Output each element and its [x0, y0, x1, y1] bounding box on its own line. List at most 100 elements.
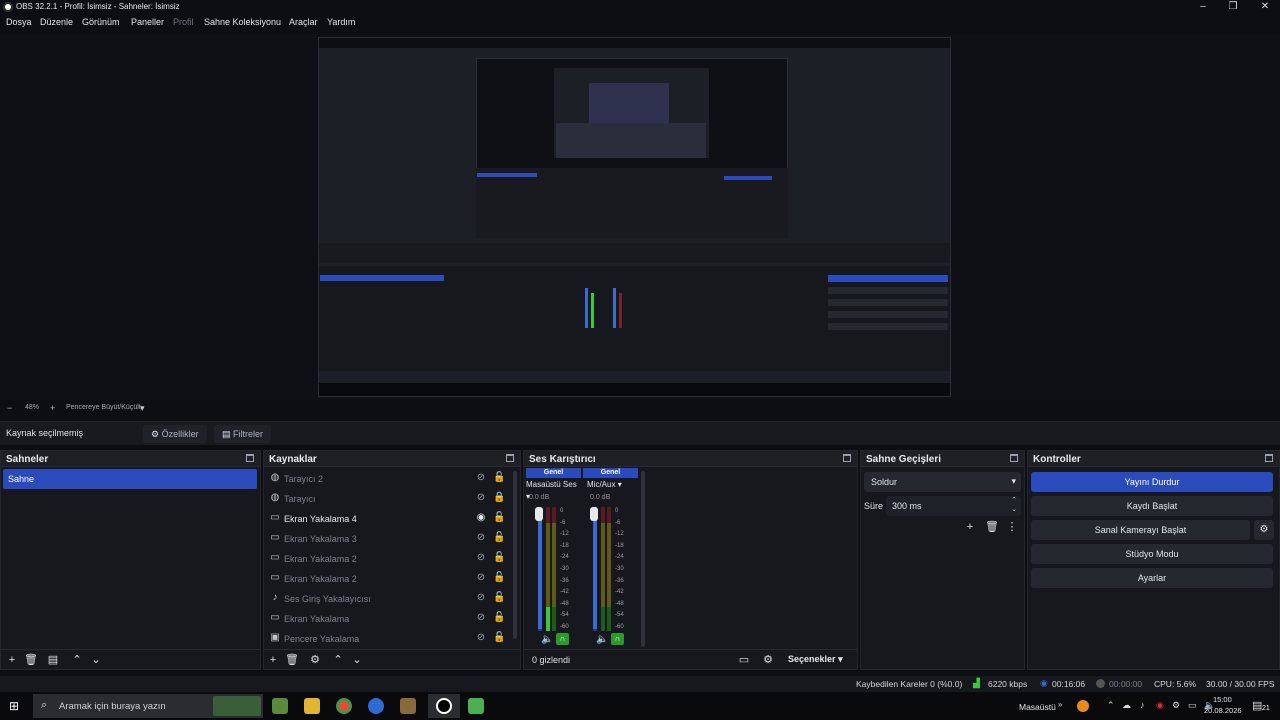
source-row[interactable]: ♪ Ses Giriş Yakalayıcısı ⊘ 🔓: [264, 589, 509, 609]
stop-streaming-button[interactable]: Yayını Durdur: [1031, 472, 1273, 492]
menu-profile[interactable]: Profil: [173, 17, 194, 27]
chevron-icon[interactable]: »: [1058, 700, 1062, 709]
studio-mode-button[interactable]: Stüdyo Modu: [1031, 544, 1273, 564]
minecraft-icon[interactable]: [272, 698, 288, 714]
more-icon[interactable]: ⋮: [1005, 520, 1019, 534]
source-row[interactable]: ▭ Ekran Yakalama ⊘ 🔓: [264, 609, 509, 629]
arrow-up-icon[interactable]: ⌃: [70, 653, 84, 667]
taskbar-search[interactable]: ⌕ Aramak için buraya yazın: [33, 694, 263, 718]
speaker-icon[interactable]: 🔈: [596, 634, 608, 645]
eye-hidden-icon[interactable]: ⊘: [475, 612, 487, 624]
eye-hidden-icon[interactable]: ⊘: [475, 532, 487, 544]
record-tray-icon[interactable]: ◉: [1156, 700, 1164, 711]
headphones-icon[interactable]: ∩: [556, 633, 569, 645]
channel-name-select[interactable]: Masaüstü Ses ▾: [526, 479, 581, 501]
folder-icon[interactable]: [304, 698, 320, 714]
obs-icon[interactable]: [436, 698, 452, 714]
lock-icon[interactable]: 🔓: [493, 572, 505, 584]
stepper-up-icon[interactable]: ⌃: [1011, 496, 1017, 504]
gear-icon[interactable]: ⚙: [308, 653, 322, 667]
game-icon[interactable]: [400, 698, 416, 714]
clock-date[interactable]: 20.08.2026: [1204, 706, 1242, 715]
lock-icon[interactable]: 🔒: [493, 492, 505, 504]
lock-icon[interactable]: 🔓: [493, 472, 505, 484]
tray-app-icon[interactable]: [1077, 700, 1089, 712]
notification-icon[interactable]: ▤: [1252, 699, 1262, 712]
menu-edit[interactable]: Düzenle: [40, 17, 73, 27]
start-virtual-camera-button[interactable]: Sanal Kamerayı Başlat: [1031, 520, 1250, 540]
undock-icon[interactable]: [1265, 454, 1273, 462]
layout-icon[interactable]: ▭: [737, 653, 751, 667]
minecraft-launcher-icon[interactable]: [468, 698, 484, 714]
maximize-button[interactable]: ❐: [1218, 0, 1248, 14]
scrollbar[interactable]: [641, 471, 645, 647]
source-row[interactable]: ▭ Ekran Yakalama 4 ◉ 🔓: [264, 509, 509, 529]
channel-name-select[interactable]: Mic/Aux ▾: [587, 479, 637, 491]
source-row[interactable]: ▭ Ekran Yakalama 2 ⊘ 🔓: [264, 549, 509, 569]
eye-icon[interactable]: ◉: [475, 512, 487, 524]
menu-scene-collection[interactable]: Sahne Koleksiyonu: [204, 17, 281, 27]
menu-file[interactable]: Dosya: [6, 17, 32, 27]
mic-icon[interactable]: ♪: [1140, 700, 1145, 710]
eye-hidden-icon[interactable]: ⊘: [475, 572, 487, 584]
arrow-down-icon[interactable]: ⌄: [89, 653, 103, 667]
menu-docks[interactable]: Paneller: [131, 17, 164, 27]
close-button[interactable]: ✕: [1250, 0, 1280, 14]
properties-button[interactable]: ⚙ Özellikler: [143, 425, 207, 443]
network-icon[interactable]: ▭: [1188, 700, 1197, 711]
minimize-button[interactable]: –: [1188, 0, 1218, 14]
transition-select[interactable]: Soldur ▾: [864, 472, 1021, 492]
duration-input[interactable]: 300 ms ⌃ ⌄: [886, 496, 1021, 516]
headphones-icon[interactable]: ∩: [611, 633, 624, 645]
trash-icon[interactable]: 🗑: [285, 653, 299, 667]
lock-icon[interactable]: 🔓: [493, 552, 505, 564]
gear-icon[interactable]: ⚙: [1254, 520, 1274, 540]
scene-item[interactable]: Sahne: [3, 469, 257, 489]
source-row[interactable]: ▭ Ekran Yakalama 3 ⊘ 🔓: [264, 529, 509, 549]
menu-tools[interactable]: Araçlar: [289, 17, 318, 27]
settings-button[interactable]: Ayarlar: [1031, 568, 1273, 588]
source-row[interactable]: ▭ Ekran Yakalama 2 ⊘ 🔓: [264, 569, 509, 589]
zoom-in-button[interactable]: +: [50, 403, 55, 413]
trash-icon[interactable]: 🗑: [985, 520, 999, 534]
lock-icon[interactable]: 🔓: [493, 612, 505, 624]
add-scene-icon[interactable]: +: [5, 653, 19, 667]
gear-icon[interactable]: ⚙: [761, 653, 775, 667]
app-icon[interactable]: [368, 698, 384, 714]
zoom-out-button[interactable]: −: [7, 403, 12, 413]
cloud-icon[interactable]: ☁: [1122, 700, 1131, 711]
eye-hidden-icon[interactable]: ⊘: [475, 632, 487, 644]
add-transition-icon[interactable]: +: [963, 520, 977, 534]
lock-icon[interactable]: 🔓: [493, 632, 505, 644]
add-source-icon[interactable]: +: [266, 653, 280, 667]
start-recording-button[interactable]: Kaydı Başlat: [1031, 496, 1273, 516]
menu-view[interactable]: Görünüm: [82, 17, 120, 27]
chevron-up-icon[interactable]: ⌃: [1107, 700, 1115, 711]
filters-button[interactable]: ▤ Filtreler: [214, 425, 272, 443]
fit-to-window-label[interactable]: Pencereye Büyüt/Küçült: [66, 404, 141, 411]
arrow-down-icon[interactable]: ⌄: [350, 653, 364, 667]
filter-icon[interactable]: ▤: [46, 653, 60, 667]
menu-help[interactable]: Yardım: [327, 17, 355, 27]
volume-slider-handle[interactable]: [590, 507, 598, 521]
undock-icon[interactable]: [1010, 454, 1018, 462]
undock-icon[interactable]: [843, 454, 851, 462]
preview-canvas[interactable]: [318, 37, 951, 397]
source-row[interactable]: ◍ Tarayıcı ⊘ 🔒: [264, 489, 509, 509]
source-row[interactable]: ▣ Pencere Yakalama ⊘ 🔓: [264, 629, 509, 649]
chevron-down-icon[interactable]: ▾: [140, 403, 145, 414]
volume-slider-handle[interactable]: [535, 507, 543, 521]
lock-icon[interactable]: 🔓: [493, 512, 505, 524]
eye-hidden-icon[interactable]: ⊘: [475, 472, 487, 484]
eye-hidden-icon[interactable]: ⊘: [475, 592, 487, 604]
source-row[interactable]: ◍ Tarayıcı 2 ⊘ 🔓: [264, 469, 509, 489]
speaker-icon[interactable]: 🔈: [541, 634, 553, 645]
eye-hidden-icon[interactable]: ⊘: [475, 552, 487, 564]
windows-start-icon[interactable]: ⊞: [9, 699, 23, 713]
stepper-down-icon[interactable]: ⌄: [1011, 505, 1017, 513]
mixer-options-button[interactable]: Seçenekler ▾: [788, 654, 843, 665]
scrollbar[interactable]: [513, 471, 517, 639]
undock-icon[interactable]: [506, 454, 514, 462]
clock-time[interactable]: 15:00: [1213, 695, 1232, 704]
chrome-icon[interactable]: [336, 698, 352, 714]
